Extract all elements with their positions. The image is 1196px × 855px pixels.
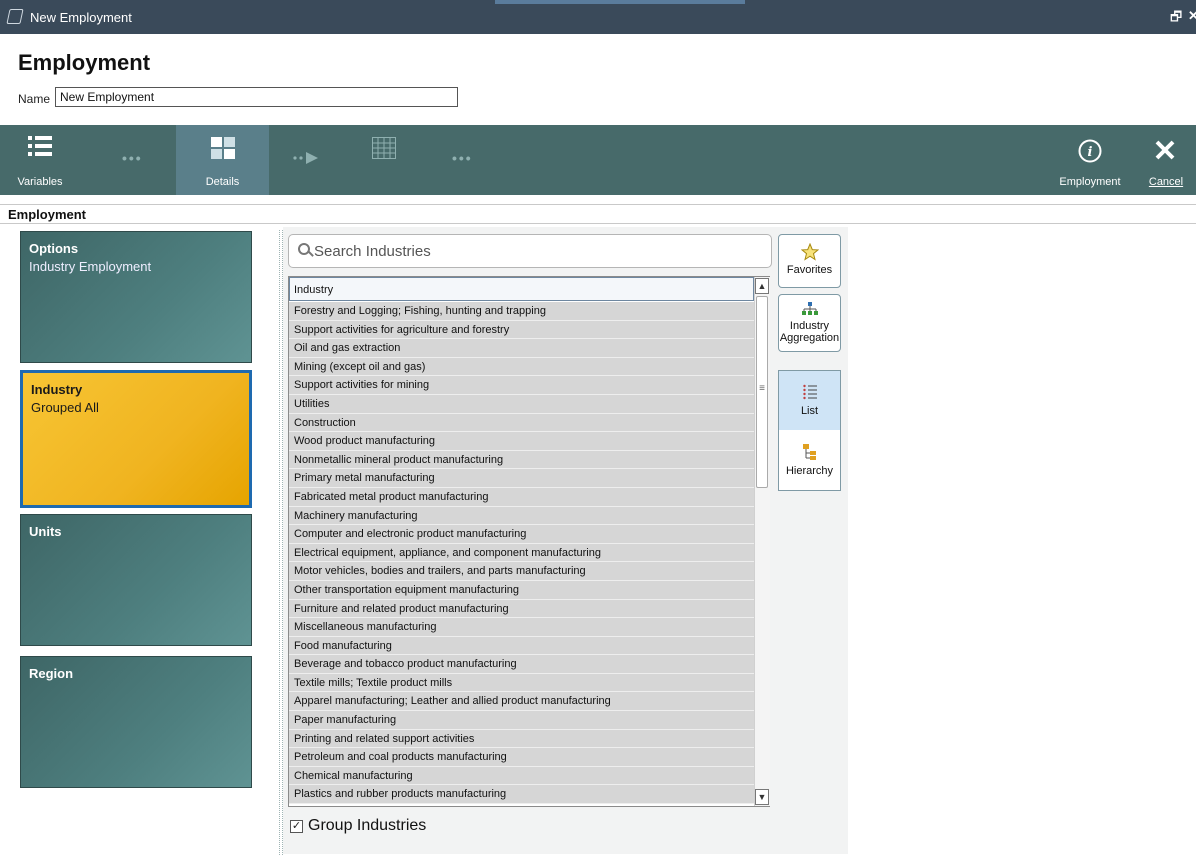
list-item[interactable]: Forestry and Logging; Fishing, hunting a…: [289, 302, 754, 321]
variables-button[interactable]: Variables: [0, 125, 80, 195]
next-arrow-icon: [293, 152, 318, 164]
group-industries-label[interactable]: Group Industries: [308, 817, 426, 835]
section-header: Employment: [0, 204, 1196, 224]
table-grid-icon: [372, 137, 396, 159]
list-item[interactable]: Nonmetallic mineral product manufacturin…: [289, 450, 754, 470]
svg-text:i: i: [1088, 145, 1093, 160]
list-item[interactable]: Chemical manufacturing: [289, 766, 754, 786]
list-item[interactable]: Electrical equipment, appliance, and com…: [289, 543, 754, 563]
close-icon: [1155, 140, 1175, 160]
details-icon: [211, 137, 235, 159]
list-item[interactable]: Beverage and tobacco product manufacturi…: [289, 655, 754, 674]
step-dots-end: •••: [452, 150, 473, 166]
industry-card[interactable]: Industry Grouped All: [20, 370, 252, 508]
list-icon: [28, 136, 52, 156]
group-industries-checkbox[interactable]: ✓: [290, 820, 303, 833]
hierarchy-view-label: Hierarchy: [785, 465, 834, 477]
options-card[interactable]: Options Industry Employment: [20, 231, 252, 363]
aggregation-label-line1: Industry: [789, 320, 830, 332]
list-item[interactable]: Utilities: [289, 394, 754, 414]
list-item[interactable]: Computer and electronic product manufact…: [289, 525, 754, 544]
list-item[interactable]: Support activities for mining: [289, 376, 754, 395]
card-title: Units: [29, 524, 62, 539]
window-close-icon[interactable]: ✕: [1188, 8, 1196, 24]
cancel-label: Cancel: [1148, 176, 1184, 188]
list-item[interactable]: Fabricated metal product manufacturing: [289, 487, 754, 507]
list-item[interactable]: Plastics and rubber products manufacturi…: [289, 785, 754, 805]
list-item[interactable]: Textile mills; Textile product mills: [289, 673, 754, 693]
title-accent: [495, 0, 745, 4]
window-title: New Employment: [30, 10, 132, 25]
search-input[interactable]: [314, 240, 764, 262]
details-label: Details: [205, 176, 240, 188]
industry-aggregation-button[interactable]: Industry Aggregation: [778, 294, 841, 352]
list-item[interactable]: Paper manufacturing: [289, 711, 754, 730]
industry-rows: Forestry and Logging; Fishing, hunting a…: [289, 302, 754, 806]
list-item[interactable]: Petroleum and coal products manufacturin…: [289, 748, 754, 767]
card-title: Region: [29, 666, 74, 681]
list-item[interactable]: Support activities for agriculture and f…: [289, 320, 754, 340]
name-label: Name: [18, 92, 51, 106]
hierarchy-icon: [802, 444, 816, 460]
column-header-industry[interactable]: Industry: [289, 277, 754, 301]
list-item[interactable]: Miscellaneous manufacturing: [289, 618, 754, 637]
list-item[interactable]: Furniture and related product manufactur…: [289, 599, 754, 619]
list-view-icon: [802, 384, 817, 400]
list-view-button[interactable]: List: [779, 371, 840, 430]
list-item[interactable]: Construction: [289, 413, 754, 433]
list-item[interactable]: Machinery manufacturing: [289, 506, 754, 526]
favorites-button[interactable]: Favorites: [778, 234, 841, 288]
list-item[interactable]: Oil and gas extraction: [289, 339, 754, 358]
variables-label: Variables: [17, 176, 63, 188]
wizard-toolbar: Variables ••• Details ••• i Employment C…: [0, 125, 1196, 195]
name-field[interactable]: [55, 87, 458, 107]
card-subtitle: Grouped All: [31, 400, 99, 415]
list-item[interactable]: Mining (except oil and gas): [289, 357, 754, 377]
list-item[interactable]: Food manufacturing: [289, 636, 754, 656]
star-icon: [800, 243, 819, 261]
scroll-grip-icon: ≡: [759, 383, 765, 394]
title-bar: New Employment 🗗 ✕: [0, 0, 1196, 34]
list-item[interactable]: Motor vehicles, bodies and trailers, and…: [289, 562, 754, 581]
list-item[interactable]: Apparel manufacturing; Leather and allie…: [289, 692, 754, 712]
employment-info-button[interactable]: i Employment: [1054, 125, 1126, 195]
scroll-up-button[interactable]: ▲: [755, 278, 769, 294]
restore-icon[interactable]: 🗗: [1170, 8, 1182, 30]
section-title: Employment: [8, 207, 87, 222]
aggregation-icon: [801, 302, 818, 315]
page-title: Employment: [18, 50, 151, 75]
info-icon: i: [1078, 139, 1102, 163]
app-icon: [6, 9, 24, 24]
list-item[interactable]: Printing and related support activities: [289, 729, 754, 749]
step-dots: •••: [122, 150, 143, 166]
list-item[interactable]: Primary metal manufacturing: [289, 469, 754, 488]
hierarchy-view-button[interactable]: Hierarchy: [779, 432, 840, 490]
card-title: Options: [29, 241, 79, 256]
units-card[interactable]: Units: [20, 514, 252, 646]
card-subtitle: Industry Employment: [29, 259, 152, 274]
cancel-button[interactable]: Cancel: [1138, 125, 1194, 195]
details-button[interactable]: Details: [176, 125, 269, 195]
list-view-label: List: [800, 405, 819, 417]
region-card[interactable]: Region: [20, 656, 252, 788]
favorites-label: Favorites: [786, 264, 833, 276]
aggregation-label-line2: Aggregation: [779, 332, 840, 344]
list-item[interactable]: Other transportation equipment manufactu…: [289, 580, 754, 600]
list-item[interactable]: Wood product manufacturing: [289, 432, 754, 451]
card-title: Industry: [31, 382, 83, 397]
scroll-down-button[interactable]: ▼: [755, 789, 769, 805]
employment-label: Employment: [1059, 176, 1121, 188]
